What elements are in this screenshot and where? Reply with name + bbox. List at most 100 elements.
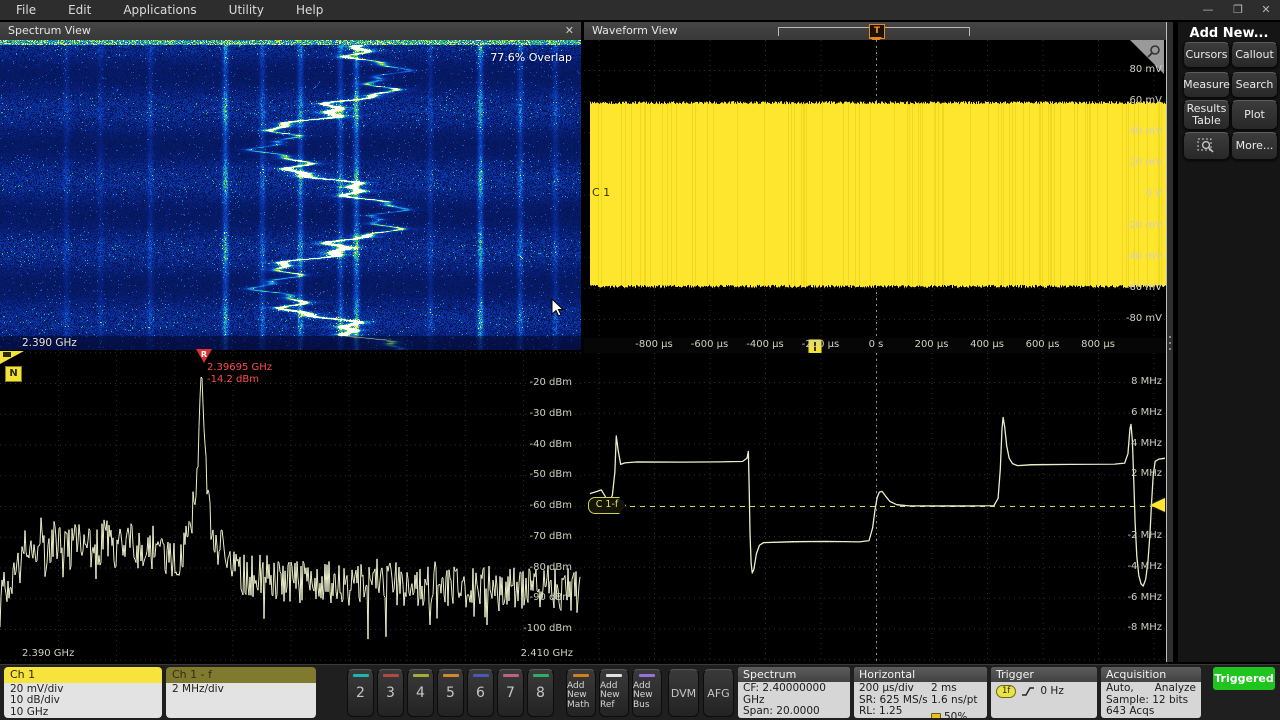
channel-2-label: 2: [356, 685, 365, 701]
horizontal-record-length: RL: 1.25 Mpts: [859, 706, 931, 718]
horizontal-badge-title: Horizontal: [854, 667, 987, 682]
acquisition-badge-title: Acquisition: [1101, 667, 1201, 682]
overlap-label: 77.6% Overlap: [440, 51, 572, 64]
afg-button[interactable]: AFG: [703, 669, 734, 717]
marker-amplitude-readout: -14.2 dBm: [207, 374, 259, 385]
triggered-status-badge[interactable]: Triggered: [1213, 667, 1275, 690]
channel-8-label: 8: [536, 685, 545, 701]
ref-color-stripe: [606, 674, 622, 677]
mouse-cursor: [551, 298, 565, 318]
add-measure-button[interactable]: Measure: [1183, 72, 1230, 98]
pane-splitter[interactable]: [1166, 22, 1173, 662]
expansion-point-mini-icon: [931, 713, 941, 718]
minimize-icon[interactable]: —: [1196, 0, 1220, 20]
channel-4-label: 4: [416, 685, 425, 701]
restore-icon[interactable]: ❐: [1226, 0, 1250, 20]
channel-7-label: 7: [506, 685, 515, 701]
waveform-view-title: Waveform View: [592, 24, 677, 37]
add-new-header: Add New...: [1178, 26, 1280, 41]
spectrogram-plot[interactable]: [0, 40, 581, 350]
afg-label: AFG: [707, 687, 729, 700]
add-new-panel: Add New... Cursors Callout Measure Searc…: [1178, 22, 1280, 662]
menu-applications[interactable]: Applications: [107, 0, 212, 20]
fm-demod-plot[interactable]: [584, 353, 1172, 662]
marker-frequency-readout: 2.39695 GHz: [207, 362, 272, 373]
trigger-source-pill: 1f: [996, 685, 1016, 698]
box-zoom-button[interactable]: [1183, 132, 1230, 160]
channel-2-button[interactable]: 2: [347, 669, 374, 717]
menu-utility[interactable]: Utility: [213, 0, 280, 20]
close-icon[interactable]: ✕: [1254, 0, 1278, 20]
channel-3-label: 3: [386, 685, 395, 701]
add-search-button[interactable]: Search: [1231, 72, 1278, 98]
dvm-button[interactable]: DVM: [668, 669, 699, 717]
add-callout-button[interactable]: Callout: [1231, 42, 1278, 68]
add-new-bus-label: Add New Bus: [633, 682, 661, 711]
math-zero-level-arrow-icon[interactable]: [1150, 498, 1165, 512]
acquisition-mode: Auto,: [1106, 683, 1134, 695]
add-new-math-button[interactable]: Add New Math: [566, 669, 596, 717]
waveform-plot[interactable]: [584, 40, 1172, 338]
math-color-stripe: [573, 674, 589, 677]
add-new-bus-button[interactable]: Add New Bus: [632, 669, 662, 717]
add-new-ref-button[interactable]: Add New Ref: [599, 669, 629, 717]
channel-3-color-stripe: [383, 674, 399, 677]
add-cursors-button[interactable]: Cursors: [1183, 42, 1230, 68]
dvm-label: DVM: [671, 687, 696, 700]
spectrum-view-titlebar[interactable]: Spectrum View ✕: [0, 22, 581, 40]
channel-1-bandwidth: 10 GHz: [10, 707, 156, 718]
spectrum-badge-title: Spectrum: [738, 667, 850, 682]
rising-edge-icon: [1021, 686, 1035, 697]
horizontal-position: 50%: [944, 712, 967, 718]
expansion-point-icon[interactable]: [808, 339, 822, 354]
channel-5-color-stripe: [443, 674, 459, 677]
spectrum-view-close-icon[interactable]: ✕: [565, 22, 574, 40]
math-f-scale: 2 MHz/div: [172, 684, 310, 695]
acquisition-analyze: Analyze: [1155, 683, 1196, 695]
spectrum-plot[interactable]: [0, 350, 581, 662]
math-f-handle[interactable]: C 1-f: [588, 497, 626, 514]
normal-trace-badge[interactable]: N: [5, 366, 22, 382]
channel-3-button[interactable]: 3: [377, 669, 404, 717]
channel-2-color-stripe: [353, 674, 369, 677]
channel-5-label: 5: [446, 685, 455, 701]
horizontal-settings-badge[interactable]: Horizontal 200 µs/div2 ms SR: 625 MS/s1.…: [854, 667, 987, 718]
add-new-ref-label: Add New Ref: [600, 682, 628, 711]
spectrum-trace-handle-glyph: [3, 352, 11, 357]
menu-file[interactable]: File: [0, 0, 52, 20]
more-button[interactable]: More...: [1231, 132, 1278, 160]
channel-4-button[interactable]: 4: [407, 669, 434, 717]
channel-6-label: 6: [476, 685, 485, 701]
trigger-badge-title: Trigger: [991, 667, 1097, 682]
spectrum-x-start-label: 2.390 GHz: [22, 648, 74, 659]
channel-8-button[interactable]: 8: [527, 669, 554, 717]
trigger-frequency: 0 Hz: [1040, 686, 1063, 698]
channel-4-color-stripe: [413, 674, 429, 677]
channel-5-button[interactable]: 5: [437, 669, 464, 717]
math-f-badge[interactable]: Ch 1 - f 2 MHz/div: [166, 667, 316, 718]
add-plot-button[interactable]: Plot: [1231, 100, 1278, 130]
add-results-table-button[interactable]: Results Table: [1183, 100, 1230, 130]
channel-1-badge[interactable]: Ch 1 20 mV/div 10 dB/div 10 GHz: [4, 667, 162, 718]
horizontal-scale: 200 µs/div: [859, 683, 931, 695]
trigger-settings-badge[interactable]: Trigger 1f 0 Hz: [991, 667, 1097, 718]
channel-7-button[interactable]: 7: [497, 669, 524, 717]
horizontal-window: 2 ms: [931, 683, 957, 695]
channel-1-handle[interactable]: C 1: [592, 186, 610, 199]
magnifier-icon: [1146, 44, 1162, 60]
menu-help[interactable]: Help: [280, 0, 339, 20]
menu-edit[interactable]: Edit: [52, 0, 107, 20]
acquisition-settings-badge[interactable]: Acquisition Auto,Analyze Sample: 12 bits…: [1101, 667, 1201, 718]
reference-marker-label: R: [196, 350, 212, 359]
spectrogram-axis-strip: 2.390 GHz: [0, 336, 581, 350]
box-zoom-icon: [1197, 137, 1217, 155]
spectrum-span: Span: 20.0000 MHz: [743, 706, 845, 718]
acquisition-count: 643 Acqs: [1106, 706, 1196, 718]
menu-bar: File Edit Applications Utility Help: [0, 0, 1280, 20]
channel-6-button[interactable]: 6: [467, 669, 494, 717]
oscilloscope-app: File Edit Applications Utility Help — ❐ …: [0, 0, 1280, 720]
spectrum-settings-badge[interactable]: Spectrum CF: 2.40000000 GHz Span: 20.000…: [738, 667, 850, 718]
spectrum-view-title: Spectrum View: [8, 24, 91, 37]
add-new-math-label: Add New Math: [567, 682, 595, 711]
bus-color-stripe: [639, 674, 655, 677]
